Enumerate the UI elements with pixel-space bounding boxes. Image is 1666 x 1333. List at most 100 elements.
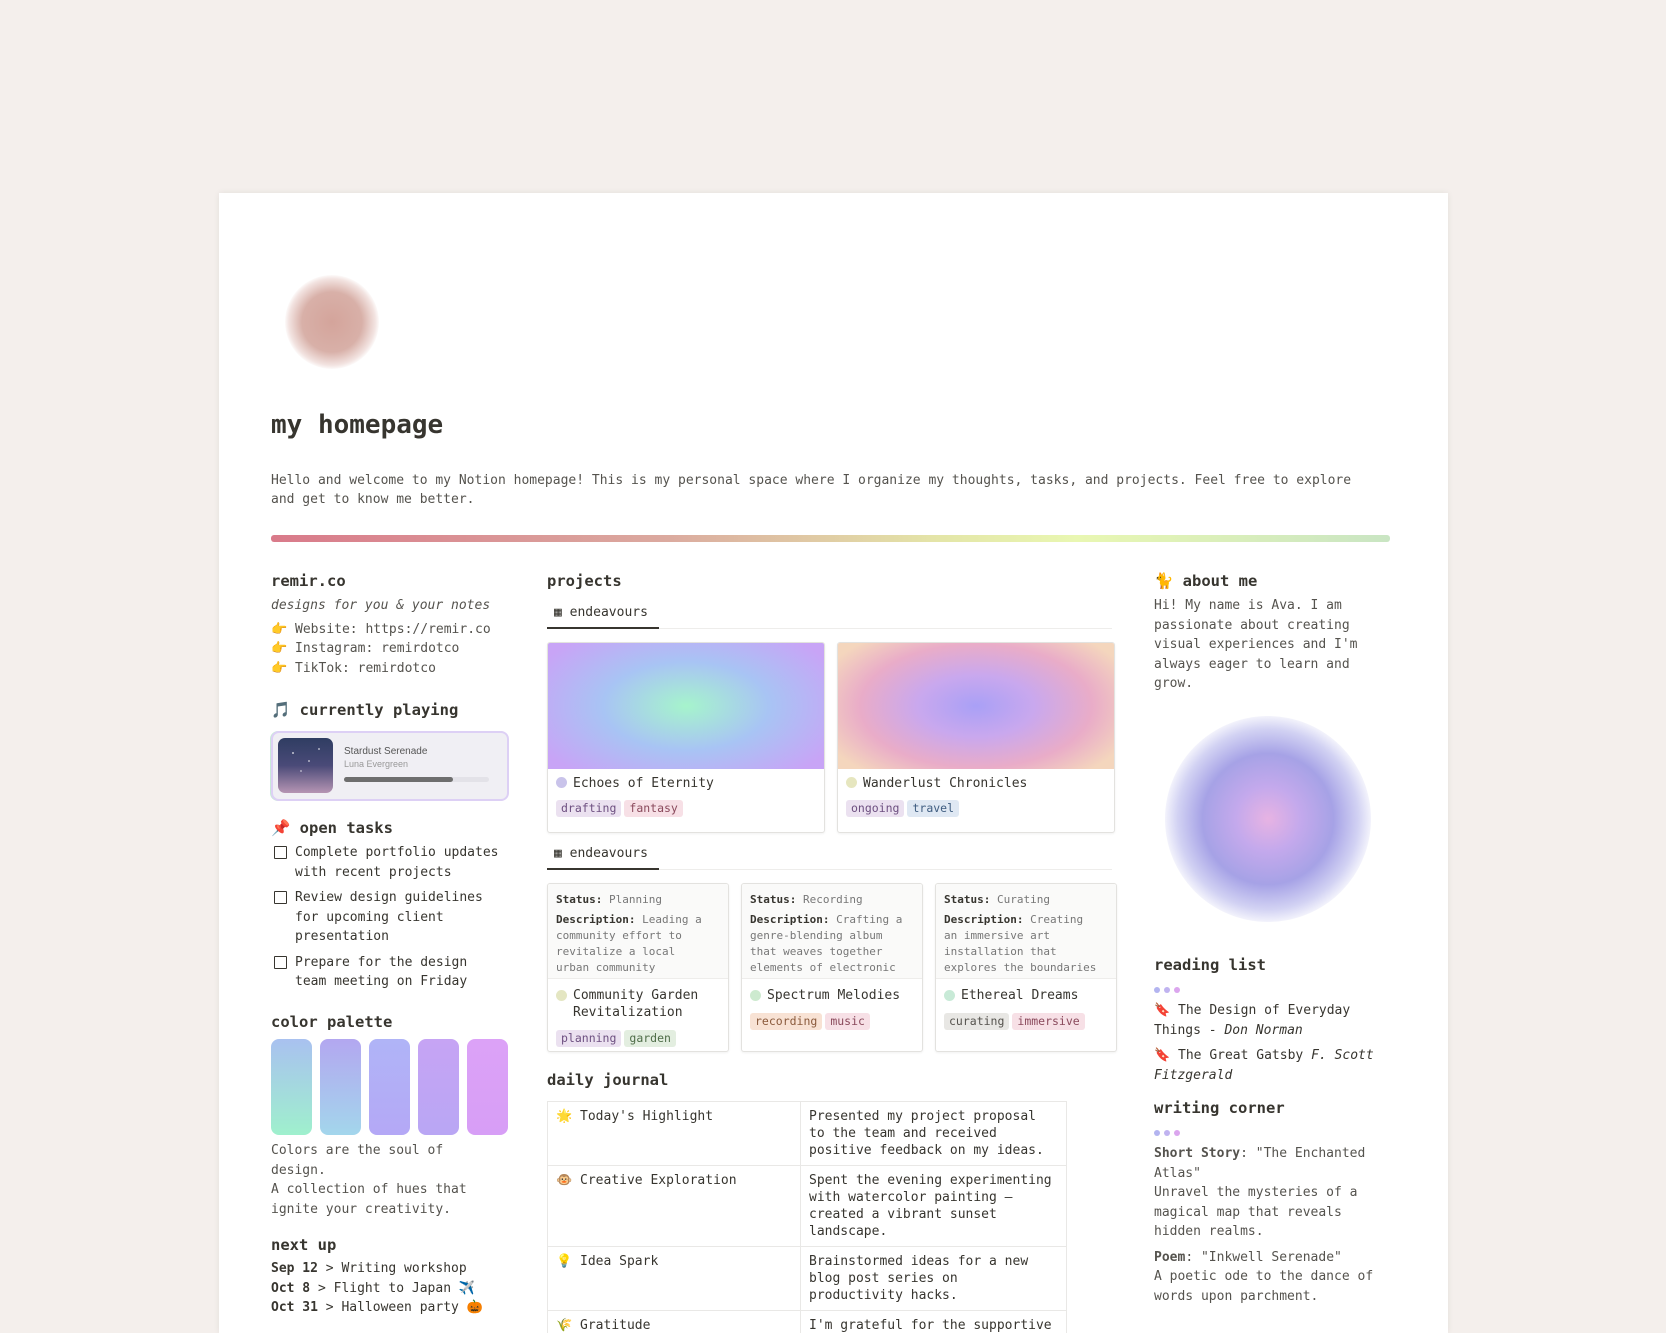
tab-active-underline [547, 868, 659, 870]
card-title: Community Garden Revitalization [548, 979, 728, 1021]
description-label: Description: [944, 913, 1024, 926]
tag[interactable]: recording [750, 1013, 823, 1030]
page-icon[interactable] [285, 275, 379, 369]
task-checkbox[interactable] [274, 891, 287, 904]
card-name: Ethereal Dreams [961, 988, 1079, 1003]
tag[interactable]: planning [556, 1030, 622, 1047]
tag[interactable]: immersive [1012, 1013, 1085, 1030]
book-item[interactable]: 🔖 The Design of Everyday Things - Don Nor… [1154, 1001, 1399, 1040]
brand-link[interactable]: 👉 TikTok: remirdotco [271, 659, 511, 679]
decor-dot [1154, 1130, 1160, 1136]
journal-entry-text: Brainstormed ideas for a new [809, 1254, 1029, 1269]
journal-row[interactable]: 💡 Idea Spark Brainstormed ideas for a new… [547, 1246, 1067, 1311]
song-progress-track[interactable] [344, 777, 489, 782]
tab-endeavours-board[interactable]: ▦ endeavours [554, 846, 648, 861]
journal-label-cell: 🐵 Creative Exploration [547, 1165, 801, 1247]
pin-icon: 📌 [271, 819, 291, 837]
decor-dot [1154, 987, 1160, 993]
gallery-card[interactable]: Echoes of Eternity drafting fantasy [547, 642, 825, 833]
short-story: Short Story: "The Enchanted Atlas" Unrav… [1154, 1146, 1366, 1239]
next-up-item: Oct 31 > Halloween party 🎃 [271, 1298, 531, 1318]
task-checkbox[interactable] [274, 846, 287, 859]
tag[interactable]: fantasy [624, 800, 683, 817]
tag[interactable]: garden [624, 1030, 676, 1047]
color-swatch[interactable] [271, 1039, 312, 1135]
task-item[interactable]: Review design guidelines for upcoming cli… [271, 888, 521, 947]
description-label: Description: [556, 913, 636, 926]
next-up-title: next up [271, 1236, 337, 1254]
journal-row[interactable]: 🐵 Creative Exploration Spent the evening … [547, 1165, 1067, 1247]
color-swatch[interactable] [418, 1039, 459, 1135]
card-status-dot [944, 990, 955, 1001]
color-swatch[interactable] [369, 1039, 410, 1135]
task-item[interactable]: Prepare for the design team meeting on Fr… [271, 953, 521, 992]
page-title[interactable]: my homepage [271, 410, 443, 440]
palette-title: color palette [271, 1013, 393, 1031]
tag[interactable]: drafting [556, 800, 622, 817]
journal-entry-text: to the team and received [809, 1126, 997, 1141]
gallery-view-icon: ▦ [554, 846, 562, 861]
journal-row[interactable]: 🌟 Today's Highlight Presented my project … [547, 1101, 1067, 1166]
book-item[interactable]: 🔖 The Great Gatsby F. Scott Fitzgerald [1154, 1046, 1399, 1085]
card-properties: Status: Planning Description: Leading a co… [548, 884, 728, 979]
journal-row-icon: 🌾 [556, 1318, 573, 1333]
task-checkbox[interactable] [274, 955, 287, 969]
projects-title: projects [547, 572, 622, 590]
board-card[interactable]: Status: Planning Description: Leading a co… [547, 883, 729, 1052]
description-text: Leading a [642, 913, 702, 926]
card-tags: recording music [742, 1004, 922, 1036]
tag[interactable]: travel [907, 800, 960, 817]
gallery-card[interactable]: Wanderlust Chronicles ongoing travel [837, 642, 1115, 833]
task-text: Prepare for the design team meeting on Fr… [295, 954, 468, 990]
description-label: Description: [750, 913, 830, 926]
board-card[interactable]: Status: Recording Description: Crafting a… [741, 883, 923, 1052]
journal-label-cell: 💡 Idea Spark [547, 1246, 801, 1311]
book-title: The Great Gatsby [1178, 1048, 1312, 1063]
event-text: > Halloween party 🎃 [317, 1300, 483, 1315]
color-swatch[interactable] [467, 1039, 508, 1135]
tab-endeavours-gallery[interactable]: ▦ endeavours [554, 605, 648, 620]
journal-label: Gratitude [580, 1318, 651, 1333]
description-text: that weaves together [750, 945, 883, 958]
task-text: Complete portfolio updates with recent pr… [295, 845, 499, 880]
card-description: Description: Crafting a genre-blending al… [750, 912, 914, 976]
song-artist: Luna Evergreen [344, 759, 409, 769]
page-intro: Hello and welcome to my Notion homepage!… [271, 473, 1352, 507]
brand-link[interactable]: 👉 Website: https://remir.co [271, 620, 511, 640]
brand-link[interactable]: 👉 Instagram: remirdotco [271, 639, 511, 659]
status-value: Planning [608, 893, 662, 906]
tag[interactable]: music [825, 1013, 870, 1030]
poem: Poem: "Inkwell Serenade" A poetic ode to… [1154, 1249, 1374, 1304]
board-card[interactable]: Status: Curating Description: Creating an … [935, 883, 1117, 1052]
description-text: installation that [944, 945, 1057, 958]
journal-entry-cell: Presented my project proposal to the team… [800, 1101, 1067, 1166]
card-description: Description: Leading a community effort t… [556, 912, 720, 976]
journal-table: 🌟 Today's Highlight Presented my project … [547, 1101, 1067, 1333]
bookmark-icon: 🔖 [1154, 1003, 1171, 1018]
journal-entry-text: productivity hacks. [809, 1288, 958, 1303]
pointing-hand-icon: 👉 [271, 621, 288, 637]
tasks-title: open tasks [299, 819, 393, 837]
brand-link-text: Instagram: remirdotco [295, 641, 460, 656]
task-item[interactable]: Complete portfolio updates with recent pr… [271, 843, 521, 882]
tag[interactable]: ongoing [846, 800, 905, 817]
tag[interactable]: curating [944, 1013, 1010, 1030]
journal-row[interactable]: 🌾 Gratitude I'm grateful for the supporti… [547, 1310, 1067, 1333]
status-label: Status: [750, 893, 797, 906]
color-swatch[interactable] [320, 1039, 361, 1135]
music-player-widget[interactable]: Stardust Serenade Luna Evergreen [271, 731, 509, 801]
now-playing-title: currently playing [299, 701, 459, 719]
next-up-section: next up Sep 12 > Writing workshop Oct 8 >… [271, 1236, 531, 1318]
notion-page: my homepage Hello and welcome to my Noti… [219, 193, 1448, 1333]
book-author: Don Norman [1224, 1022, 1303, 1038]
card-properties: Status: Curating Description: Creating an … [936, 884, 1116, 979]
card-tags: curating immersive [936, 1004, 1116, 1036]
event-text: > Flight to Japan ✈️ [310, 1280, 476, 1296]
event-date: Oct 8 [271, 1280, 311, 1296]
brand-tagline: designs for you & your notes [271, 598, 491, 613]
event-date: Oct 31 [271, 1300, 318, 1315]
event-text: > Writing workshop [317, 1261, 467, 1276]
card-status-dot [556, 990, 567, 1001]
music-note-icon: 🎵 [271, 701, 291, 719]
description-text: explores the boundaries [944, 961, 1097, 974]
